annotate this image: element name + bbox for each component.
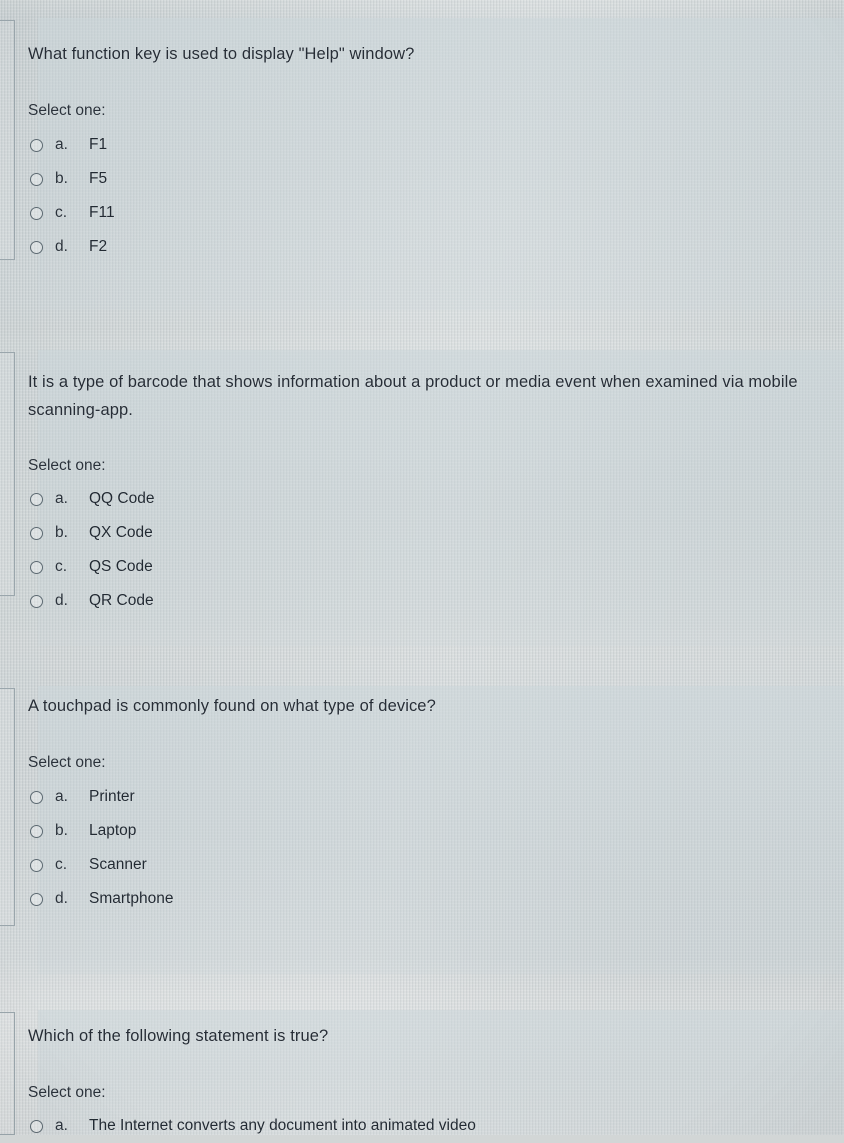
question-number-box	[0, 1012, 15, 1135]
question-number-box	[0, 20, 15, 260]
option-letter: b.	[55, 524, 68, 541]
question-prompt: Which of the following statement is true…	[28, 1027, 329, 1045]
answer-option-a[interactable]: a. F1	[28, 128, 824, 162]
answer-options-list: a. Printer b. Laptop c. Scanner d. Smart…	[28, 780, 824, 916]
answer-option-c[interactable]: c. F11	[28, 196, 824, 230]
answer-option-d[interactable]: d. F2	[28, 230, 824, 264]
answer-option-a[interactable]: a. The Internet converts any document in…	[28, 1109, 824, 1143]
answer-option-b[interactable]: b. QX Code	[28, 516, 824, 550]
question-number-box	[0, 352, 15, 596]
select-one-label: Select one:	[28, 102, 106, 119]
radio-button-icon[interactable]	[30, 790, 43, 804]
option-label[interactable]: The Internet converts any document into …	[89, 1117, 476, 1135]
radio-button-icon[interactable]	[30, 892, 43, 906]
quiz-page: What function key is used to display "He…	[0, 0, 844, 1135]
radio-button-icon[interactable]	[30, 594, 43, 608]
option-label[interactable]: QX Code	[89, 524, 153, 542]
option-letter: d.	[55, 592, 68, 609]
select-one-label: Select one:	[28, 1084, 106, 1101]
radio-button-icon[interactable]	[30, 138, 43, 152]
option-label[interactable]: F1	[89, 136, 107, 154]
answer-option-a[interactable]: a. QQ Code	[28, 482, 824, 516]
option-letter: a.	[55, 136, 68, 153]
question-prompt: A touchpad is commonly found on what typ…	[28, 697, 436, 715]
option-label[interactable]: Laptop	[89, 822, 136, 840]
answer-options-list: a. QQ Code b. QX Code c. QS Code d. QR C…	[28, 482, 824, 618]
radio-button-icon[interactable]	[30, 206, 43, 220]
option-letter: a.	[55, 490, 68, 507]
select-one-label: Select one:	[28, 754, 106, 771]
answer-options-list: a. F1 b. F5 c. F11 d. F2	[28, 128, 824, 264]
option-letter: c.	[55, 204, 68, 221]
option-label[interactable]: QQ Code	[89, 490, 154, 508]
question-prompt: It is a type of barcode that shows infor…	[28, 373, 798, 419]
option-label[interactable]: F5	[89, 170, 107, 188]
option-letter: a.	[55, 1117, 68, 1134]
answer-option-b[interactable]: b. F5	[28, 162, 824, 196]
answer-options-list: a. The Internet converts any document in…	[28, 1109, 824, 1143]
radio-button-icon[interactable]	[30, 824, 43, 838]
answer-option-d[interactable]: d. QR Code	[28, 584, 824, 618]
option-letter: d.	[55, 890, 68, 907]
radio-button-icon[interactable]	[30, 1119, 43, 1133]
answer-option-a[interactable]: a. Printer	[28, 780, 824, 814]
option-letter: c.	[55, 558, 68, 575]
radio-button-icon[interactable]	[30, 240, 43, 254]
option-letter: c.	[55, 856, 68, 873]
radio-button-icon[interactable]	[30, 858, 43, 872]
option-letter: a.	[55, 788, 68, 805]
option-label[interactable]: QR Code	[89, 592, 154, 610]
answer-option-c[interactable]: c. Scanner	[28, 848, 824, 882]
radio-button-icon[interactable]	[30, 560, 43, 574]
option-letter: d.	[55, 238, 68, 255]
radio-button-icon[interactable]	[30, 526, 43, 540]
option-label[interactable]: Scanner	[89, 856, 147, 874]
question-number-box	[0, 688, 15, 926]
answer-option-b[interactable]: b. Laptop	[28, 814, 824, 848]
option-letter: b.	[55, 170, 68, 187]
question-prompt: What function key is used to display "He…	[28, 45, 415, 63]
answer-option-c[interactable]: c. QS Code	[28, 550, 824, 584]
option-label[interactable]: Smartphone	[89, 890, 173, 908]
option-label[interactable]: QS Code	[89, 558, 153, 576]
option-label[interactable]: Printer	[89, 788, 135, 806]
radio-button-icon[interactable]	[30, 172, 43, 186]
option-label[interactable]: F2	[89, 238, 107, 256]
option-letter: b.	[55, 822, 68, 839]
answer-option-d[interactable]: d. Smartphone	[28, 882, 824, 916]
select-one-label: Select one:	[28, 457, 106, 474]
radio-button-icon[interactable]	[30, 492, 43, 506]
option-label[interactable]: F11	[89, 204, 115, 222]
